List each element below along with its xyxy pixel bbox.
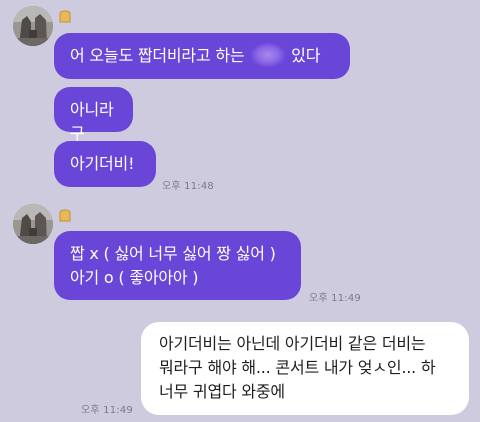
message-bubble[interactable]: 아기더비는 아닌데 아기더비 같은 더비는 뭐라구 해야 해... 콘서트 내가… [141, 322, 469, 415]
message-text: 짭 x ( 싫어 너무 싫어 짱 싫어 ) [70, 244, 276, 263]
message-bubble[interactable]: 아기더비! [54, 141, 156, 187]
avatar[interactable] [13, 204, 53, 244]
message-timestamp: 오후 11:49 [81, 405, 133, 416]
avatar[interactable] [13, 6, 53, 46]
bread-icon [58, 10, 72, 23]
message-timestamp: 오후 11:49 [309, 293, 361, 304]
message-timestamp: 오후 11:48 [162, 181, 214, 192]
message-text: 어 오늘도 짭더비라고 하는 [70, 46, 245, 65]
message-text: 아기 o ( 좋아아아 ) [70, 268, 199, 287]
message-bubble[interactable]: 아니라구 [54, 87, 133, 143]
message-text: 너무 귀엽다 와중에 [159, 382, 285, 401]
message-bubble[interactable]: 어 오늘도 짭더비라고 하는 있다 [54, 33, 350, 79]
message-text: 아기더비! [70, 154, 135, 173]
message-text: 아니라구 [70, 100, 114, 143]
blurred-word [251, 43, 286, 67]
message-text: 있다 [291, 46, 321, 65]
message-bubble[interactable]: 짭 x ( 싫어 너무 싫어 짱 싫어 ) 아기 o ( 좋아아아 ) [54, 231, 301, 300]
message-text: 아기더비는 아닌데 아기더비 같은 더비는 [159, 334, 426, 353]
bread-icon [58, 209, 72, 222]
message-text: 뭐라구 해야 해... 콘서트 내가 엊ㅅ인... 하 [159, 358, 436, 377]
